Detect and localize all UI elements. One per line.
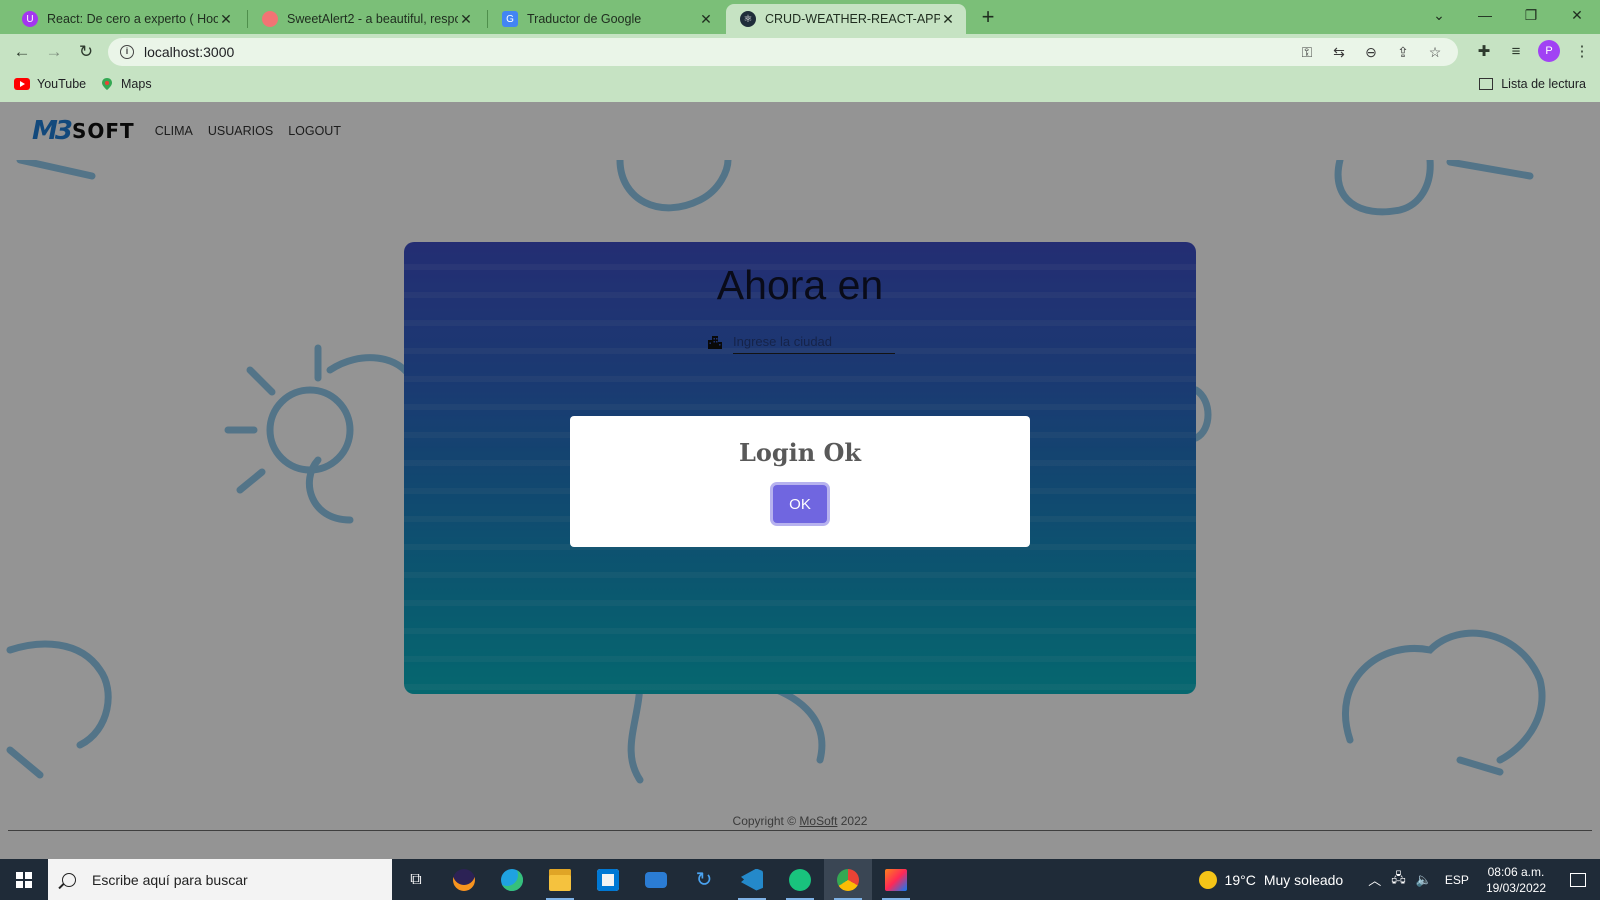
search-placeholder: Escribe aquí para buscar	[92, 871, 248, 888]
back-button[interactable]: ←	[10, 40, 34, 64]
minimize-button[interactable]: —	[1462, 0, 1508, 30]
tab-title: Traductor de Google	[527, 12, 642, 26]
dialog-title: Login Ok	[738, 438, 862, 467]
bookmark-youtube[interactable]: YouTube	[14, 77, 86, 91]
weather-widget[interactable]: 19°C Muy soleado	[1198, 870, 1344, 889]
star-icon[interactable]: ☆	[1426, 44, 1444, 61]
close-icon[interactable]: ✕	[940, 11, 956, 27]
intellij-icon[interactable]	[872, 859, 920, 900]
edge-icon[interactable]	[488, 859, 536, 900]
tab-title: CRUD-WEATHER-REACT-APP	[765, 12, 940, 26]
vscode-icon[interactable]	[728, 859, 776, 900]
sync-icon[interactable]: ↻	[680, 859, 728, 900]
tab-search-icon[interactable]: ⌄	[1416, 0, 1462, 30]
windows-icon	[16, 871, 32, 888]
mail-icon[interactable]	[632, 859, 680, 900]
file-explorer-icon[interactable]	[536, 859, 584, 900]
task-view-icon[interactable]: ⧉	[392, 859, 440, 900]
menu-icon[interactable]: ⋮	[1572, 42, 1592, 60]
sweetalert-icon	[262, 11, 278, 27]
reading-list-label: Lista de lectura	[1501, 77, 1586, 91]
weather-desc: Muy soleado	[1263, 871, 1344, 888]
reload-button[interactable]: ↻	[74, 40, 98, 64]
profile-avatar[interactable]: P	[1538, 40, 1560, 62]
extensions-icon[interactable]: ✚	[1474, 42, 1494, 60]
ok-button[interactable]: OK	[773, 485, 827, 523]
clock[interactable]: 08:06 a.m. 19/03/2022	[1486, 864, 1546, 896]
chrome-icon[interactable]	[824, 859, 872, 900]
browser-tab-3[interactable]: ⚛ CRUD-WEATHER-REACT-APP ✕	[726, 4, 966, 34]
browser-tab-0[interactable]: U React: De cero a experto ( Hooks ✕	[8, 4, 244, 34]
browser-tab-2[interactable]: G Traductor de Google ✕	[488, 4, 724, 34]
language-indicator[interactable]: ESP	[1445, 873, 1469, 887]
forward-button[interactable]: →	[42, 40, 66, 64]
weather-temp: 19°C	[1224, 871, 1256, 888]
translate-icon[interactable]: ⇆	[1330, 44, 1348, 61]
restore-button[interactable]: ❐	[1508, 0, 1554, 30]
clock-time: 08:06 a.m.	[1487, 864, 1545, 879]
reading-list-button[interactable]: Lista de lectura	[1479, 77, 1586, 91]
browser-tab-strip: U React: De cero a experto ( Hooks ✕ Swe…	[0, 0, 1600, 34]
react-icon: ⚛	[740, 11, 756, 27]
close-icon[interactable]: ✕	[458, 11, 474, 27]
youtube-icon	[14, 78, 30, 90]
store-icon[interactable]	[584, 859, 632, 900]
window-close-button[interactable]: ✕	[1554, 0, 1600, 30]
close-icon[interactable]: ✕	[218, 11, 234, 27]
chatgpt-icon[interactable]	[776, 859, 824, 900]
close-icon[interactable]: ✕	[698, 11, 714, 27]
url-text: localhost:3000	[144, 44, 235, 60]
login-success-dialog: Login Ok OK	[570, 416, 1030, 547]
bookmark-maps[interactable]: Maps	[100, 77, 152, 91]
share-icon[interactable]: ⇪	[1394, 44, 1412, 61]
maps-icon	[102, 78, 112, 90]
tab-title: SweetAlert2 - a beautiful, respon	[287, 12, 458, 26]
chevron-up-icon[interactable]: ︿	[1368, 870, 1381, 889]
address-bar[interactable]: i localhost:3000 ⚿ ⇆ ⊖ ⇪ ☆	[108, 38, 1458, 66]
bookmark-label: YouTube	[37, 77, 87, 91]
browser-toolbar: ← → ↻ i localhost:3000 ⚿ ⇆ ⊖ ⇪ ☆ ✚ ≡ P ⋮	[0, 34, 1600, 70]
system-tray: 19°C Muy soleado ︿ 🖧 🔈 ESP 08:06 a.m. 19…	[1198, 859, 1600, 900]
windows-taskbar: Escribe aquí para buscar ⧉ ↻ 19°C Muy so…	[0, 859, 1600, 900]
media-icon[interactable]: ≡	[1506, 43, 1526, 60]
omnibox-actions: ⚿ ⇆ ⊖ ⇪ ☆	[1298, 38, 1458, 66]
volume-icon[interactable]: 🔈	[1416, 872, 1432, 888]
toolbar-right: ✚ ≡ P ⋮	[1474, 40, 1592, 62]
browser-tab-1[interactable]: SweetAlert2 - a beautiful, respon ✕	[248, 4, 484, 34]
taskbar-search[interactable]: Escribe aquí para buscar	[48, 859, 392, 900]
zoom-icon[interactable]: ⊖	[1362, 44, 1380, 61]
reading-list-icon	[1479, 78, 1494, 90]
start-button[interactable]	[0, 859, 48, 900]
google-translate-icon: G	[502, 11, 518, 27]
site-info-icon[interactable]: i	[120, 45, 134, 59]
sun-icon	[1198, 870, 1217, 889]
tab-title: React: De cero a experto ( Hooks	[47, 12, 218, 26]
notifications-icon[interactable]	[1570, 872, 1586, 887]
network-icon[interactable]: 🖧	[1391, 869, 1406, 891]
new-tab-button[interactable]: +	[976, 6, 1000, 30]
udemy-icon: U	[22, 11, 38, 27]
search-icon	[62, 872, 76, 887]
bookmark-label: Maps	[121, 77, 152, 91]
eclipse-icon[interactable]	[440, 859, 488, 900]
clock-date: 19/03/2022	[1485, 880, 1546, 895]
bookmarks-bar: YouTube Maps Lista de lectura	[0, 70, 1600, 102]
key-icon[interactable]: ⚿	[1298, 44, 1316, 61]
